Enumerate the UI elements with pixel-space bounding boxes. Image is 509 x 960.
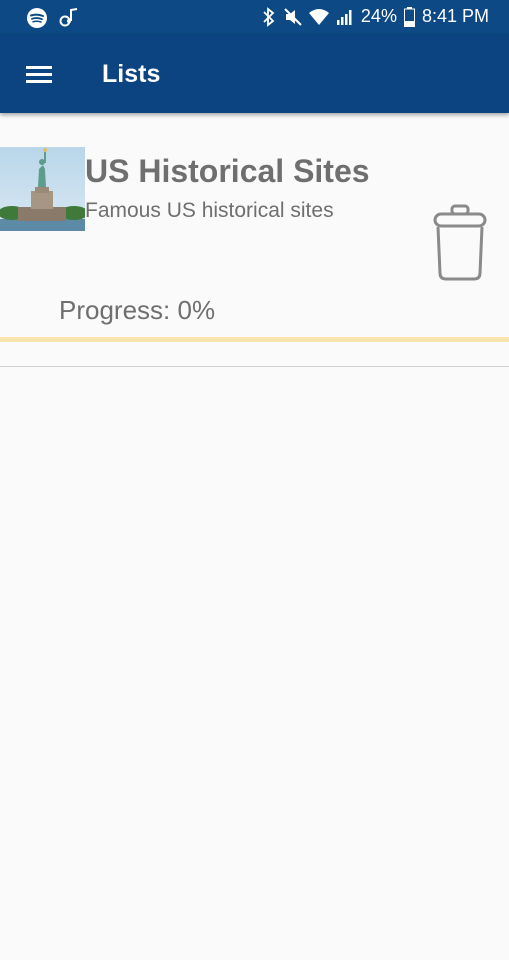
progress-label: Progress: 0% (59, 295, 216, 325)
list-item[interactable]: US Historical Sites Famous US historical… (0, 113, 509, 367)
status-bar: 24% 8:41 PM (0, 0, 509, 34)
delete-button[interactable] (428, 203, 492, 283)
page-title: Lists (102, 60, 161, 88)
battery-percent: 24% (360, 6, 397, 26)
progress-bar (0, 337, 509, 342)
menu-button[interactable] (18, 54, 60, 94)
status-time: 8:41 PM (421, 6, 489, 26)
mute-icon (284, 7, 302, 26)
signal-icon (336, 9, 352, 25)
music-note-icon (59, 8, 78, 27)
wifi-icon (308, 8, 329, 25)
trash-can-icon (433, 204, 487, 281)
divider (0, 366, 509, 367)
statue-of-liberty-image (0, 147, 85, 231)
list-title: US Historical Sites (85, 153, 370, 189)
battery-icon (403, 6, 415, 27)
bluetooth-icon (263, 6, 275, 27)
spotify-icon (27, 8, 47, 28)
status-right-icons: 24% 8:41 PM (261, 6, 489, 27)
status-left-icons (26, 7, 80, 29)
list-thumbnail (0, 147, 85, 231)
list-subtitle: Famous US historical sites (85, 199, 334, 222)
app-bar: Lists (0, 34, 509, 113)
hamburger-menu-icon (26, 66, 52, 83)
